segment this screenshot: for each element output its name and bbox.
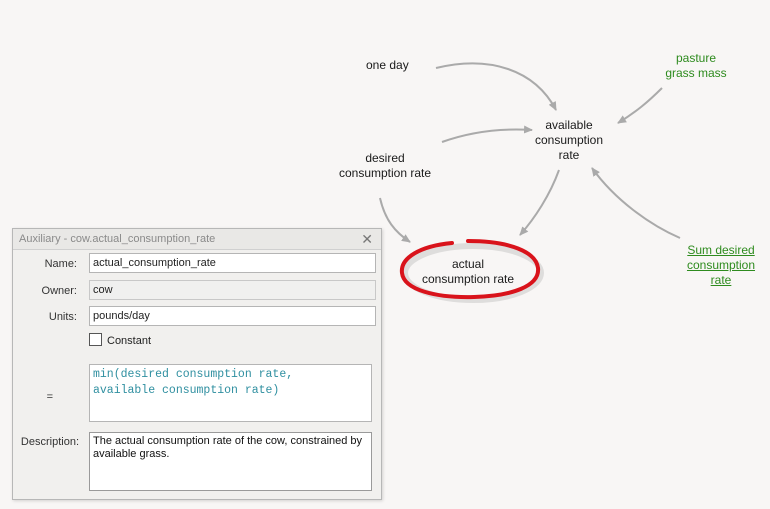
- var-available-line2: consumption: [534, 133, 604, 147]
- close-icon[interactable]: ✕: [361, 230, 373, 248]
- var-sum-desired-line2: consumption: [686, 258, 756, 272]
- var-pasture-grass-mass-line2: grass mass: [665, 66, 727, 80]
- name-field[interactable]: actual_consumption_rate: [89, 253, 376, 273]
- equation-editor[interactable]: min(desired consumption rate, available c…: [89, 364, 372, 422]
- var-desired-consumption-rate[interactable]: desired consumption rate: [331, 151, 439, 181]
- description-field[interactable]: The actual consumption rate of the cow, …: [89, 432, 372, 491]
- var-available-consumption-rate[interactable]: available consumption rate: [527, 118, 611, 163]
- var-available-line3: rate: [558, 148, 580, 162]
- var-sum-desired-line3: rate: [710, 273, 732, 287]
- units-label: Units:: [48, 311, 77, 323]
- var-desired-line1: desired: [365, 151, 405, 165]
- var-pasture-grass-mass-line1: pasture: [675, 51, 717, 65]
- link-sum-desired-to-available: [591, 167, 681, 239]
- equation-label: =: [46, 391, 53, 403]
- var-available-line1: available: [545, 118, 593, 132]
- link-available-to-actual: [519, 169, 560, 236]
- name-label: Name:: [44, 258, 77, 270]
- equation-line-2: available consumption rate): [93, 384, 280, 397]
- link-pasture-to-available: [617, 87, 663, 124]
- link-desired-to-available: [441, 125, 533, 143]
- var-actual-line1: actual: [451, 257, 485, 271]
- equation-line-1: min(desired consumption rate,: [93, 368, 294, 381]
- dialog-title: Auxiliary - cow.actual_consumption_rate: [13, 229, 381, 250]
- var-one-day[interactable]: one day: [366, 58, 409, 73]
- link-desired-to-actual: [379, 197, 411, 243]
- constant-checkbox[interactable]: [89, 333, 102, 346]
- link-one-day-to-available: [435, 62, 557, 111]
- var-actual-line2: consumption rate: [421, 272, 515, 286]
- description-label: Description:: [20, 436, 79, 448]
- var-desired-line2: consumption rate: [338, 166, 432, 180]
- var-actual-consumption-rate[interactable]: actual consumption rate: [413, 257, 523, 287]
- var-sum-desired-line1: Sum desired: [687, 243, 755, 257]
- units-field[interactable]: pounds/day: [89, 306, 376, 326]
- variable-properties-dialog: Auxiliary - cow.actual_consumption_rate …: [12, 228, 382, 500]
- owner-label: Owner:: [41, 285, 77, 297]
- var-sum-desired-consumption-rate[interactable]: Sum desired consumption rate: [676, 243, 766, 288]
- constant-label[interactable]: Constant: [107, 335, 151, 347]
- var-pasture-grass-mass[interactable]: pasture grass mass: [656, 51, 736, 81]
- owner-field: cow: [89, 280, 376, 300]
